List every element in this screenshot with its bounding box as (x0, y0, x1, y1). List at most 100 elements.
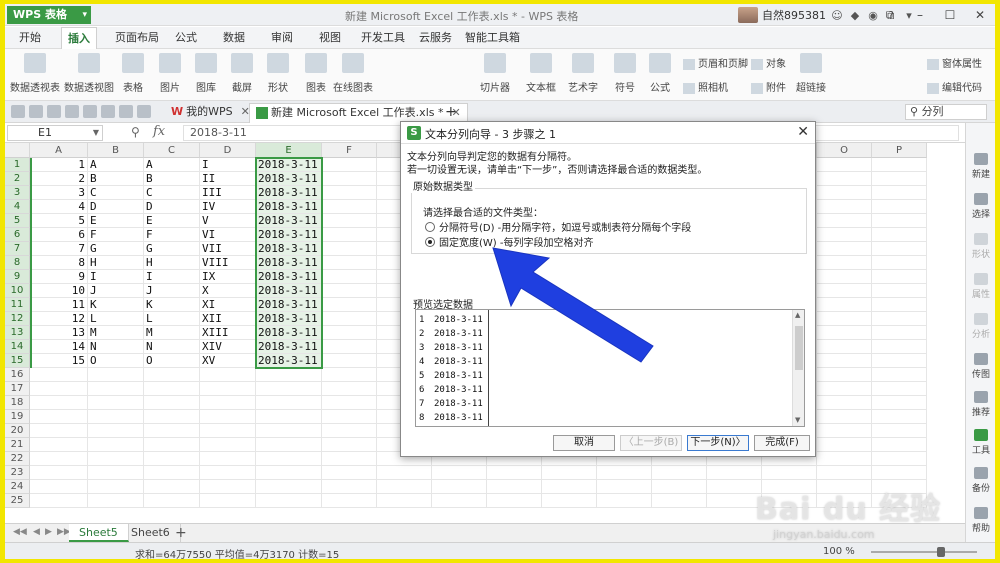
print-icon[interactable] (65, 105, 79, 118)
cell-c9[interactable]: I (144, 270, 200, 284)
zoom-slider[interactable] (871, 547, 977, 557)
cell-j25[interactable] (542, 494, 597, 508)
first-sheet-icon[interactable]: ◀◀ (13, 527, 27, 537)
name-box[interactable]: E1 ▼ (7, 125, 103, 141)
row-header-11[interactable]: 11 (5, 298, 30, 312)
cell-b16[interactable] (88, 368, 144, 382)
cell-j23[interactable] (542, 466, 597, 480)
search-input[interactable]: ⚲ 分列 (905, 104, 987, 120)
row-header-23[interactable]: 23 (5, 466, 30, 480)
cell-b9[interactable]: I (88, 270, 144, 284)
tab-workbook[interactable]: 新建 Microsoft Excel 工作表.xls * ✕ (249, 103, 468, 123)
cell-d18[interactable] (200, 396, 256, 410)
cell-a18[interactable] (30, 396, 88, 410)
task-backup[interactable]: 备份 (966, 467, 995, 494)
cell-p13[interactable] (872, 326, 927, 340)
fixed-width-option[interactable]: 固定宽度(W) -每列字段加空格对齐 (425, 234, 593, 249)
cell-a23[interactable] (30, 466, 88, 480)
task-tools[interactable]: 工具 (966, 429, 995, 456)
cell-f9[interactable] (322, 270, 377, 284)
cell-c25[interactable] (144, 494, 200, 508)
row-header-19[interactable]: 19 (5, 410, 30, 424)
task-help[interactable]: 帮助 (966, 507, 995, 534)
cell-p16[interactable] (872, 368, 927, 382)
cell-e17[interactable] (256, 382, 322, 396)
cell-f16[interactable] (322, 368, 377, 382)
cell-c20[interactable] (144, 424, 200, 438)
cell-p1[interactable] (872, 158, 927, 172)
cell-a12[interactable]: 12 (30, 312, 88, 326)
cell-c2[interactable]: B (144, 172, 200, 186)
cell-f6[interactable] (322, 228, 377, 242)
row-header-15[interactable]: 15 (5, 354, 30, 368)
cell-o3[interactable] (817, 186, 872, 200)
cell-e20[interactable] (256, 424, 322, 438)
cell-p12[interactable] (872, 312, 927, 326)
close-icon[interactable]: ✕ (965, 4, 995, 26)
cell-o10[interactable] (817, 284, 872, 298)
cell-a6[interactable]: 6 (30, 228, 88, 242)
cell-l23[interactable] (652, 466, 707, 480)
cell-o18[interactable] (817, 396, 872, 410)
tab-data[interactable]: 数据 (217, 27, 251, 49)
scroll-up-icon[interactable]: ▲ (795, 311, 800, 319)
cell-a19[interactable] (30, 410, 88, 424)
cell-o24[interactable] (817, 480, 872, 494)
cell-o12[interactable] (817, 312, 872, 326)
cell-d19[interactable] (200, 410, 256, 424)
finish-button[interactable]: 完成(F) (754, 435, 810, 451)
cell-a8[interactable]: 8 (30, 256, 88, 270)
cell-c21[interactable] (144, 438, 200, 452)
cell-p7[interactable] (872, 242, 927, 256)
preview-scrollbar[interactable]: ▲ ▼ (792, 310, 804, 426)
row-header-25[interactable]: 25 (5, 494, 30, 508)
cell-f25[interactable] (322, 494, 377, 508)
cell-i24[interactable] (487, 480, 542, 494)
cancel-button[interactable]: 取消 (553, 435, 615, 451)
cell-b17[interactable] (88, 382, 144, 396)
cell-f8[interactable] (322, 256, 377, 270)
cell-e1[interactable]: 2018-3-11 (256, 158, 322, 172)
cell-f21[interactable] (322, 438, 377, 452)
cell-e18[interactable] (256, 396, 322, 410)
cell-e23[interactable] (256, 466, 322, 480)
cell-e19[interactable] (256, 410, 322, 424)
new-icon[interactable] (11, 105, 25, 118)
cell-p14[interactable] (872, 340, 927, 354)
cell-p8[interactable] (872, 256, 927, 270)
scroll-thumb[interactable] (795, 326, 803, 370)
cell-f20[interactable] (322, 424, 377, 438)
cell-a10[interactable]: 10 (30, 284, 88, 298)
cell-o1[interactable] (817, 158, 872, 172)
shape-button[interactable]: 形状 (261, 53, 295, 94)
cell-b11[interactable]: K (88, 298, 144, 312)
column-header-c[interactable]: C (144, 143, 200, 158)
column-break-line[interactable] (488, 310, 489, 426)
chevron-down-icon[interactable]: ▼ (93, 126, 99, 140)
cell-d9[interactable]: IX (200, 270, 256, 284)
cell-c1[interactable]: A (144, 158, 200, 172)
cell-o9[interactable] (817, 270, 872, 284)
cell-g25[interactable] (377, 494, 432, 508)
cell-d10[interactable]: X (200, 284, 256, 298)
row-header-2[interactable]: 2 (5, 172, 30, 186)
cell-b6[interactable]: F (88, 228, 144, 242)
cell-m25[interactable] (707, 494, 762, 508)
cell-n24[interactable] (762, 480, 817, 494)
skin-icon[interactable]: ◆ (848, 9, 862, 22)
smile-icon[interactable]: ☺ (830, 9, 844, 22)
cell-p6[interactable] (872, 228, 927, 242)
row-header-9[interactable]: 9 (5, 270, 30, 284)
screenshot-button[interactable]: 截屏 (225, 53, 259, 94)
cell-c13[interactable]: M (144, 326, 200, 340)
cell-k25[interactable] (597, 494, 652, 508)
cell-b22[interactable] (88, 452, 144, 466)
customize-icon[interactable] (137, 105, 151, 118)
cell-p11[interactable] (872, 298, 927, 312)
cell-b4[interactable]: D (88, 200, 144, 214)
cell-p22[interactable] (872, 452, 927, 466)
cell-a2[interactable]: 2 (30, 172, 88, 186)
form-properties-button[interactable]: 窗体属性 (927, 55, 982, 70)
cell-f13[interactable] (322, 326, 377, 340)
user-name[interactable]: 自然895381 (762, 7, 826, 23)
